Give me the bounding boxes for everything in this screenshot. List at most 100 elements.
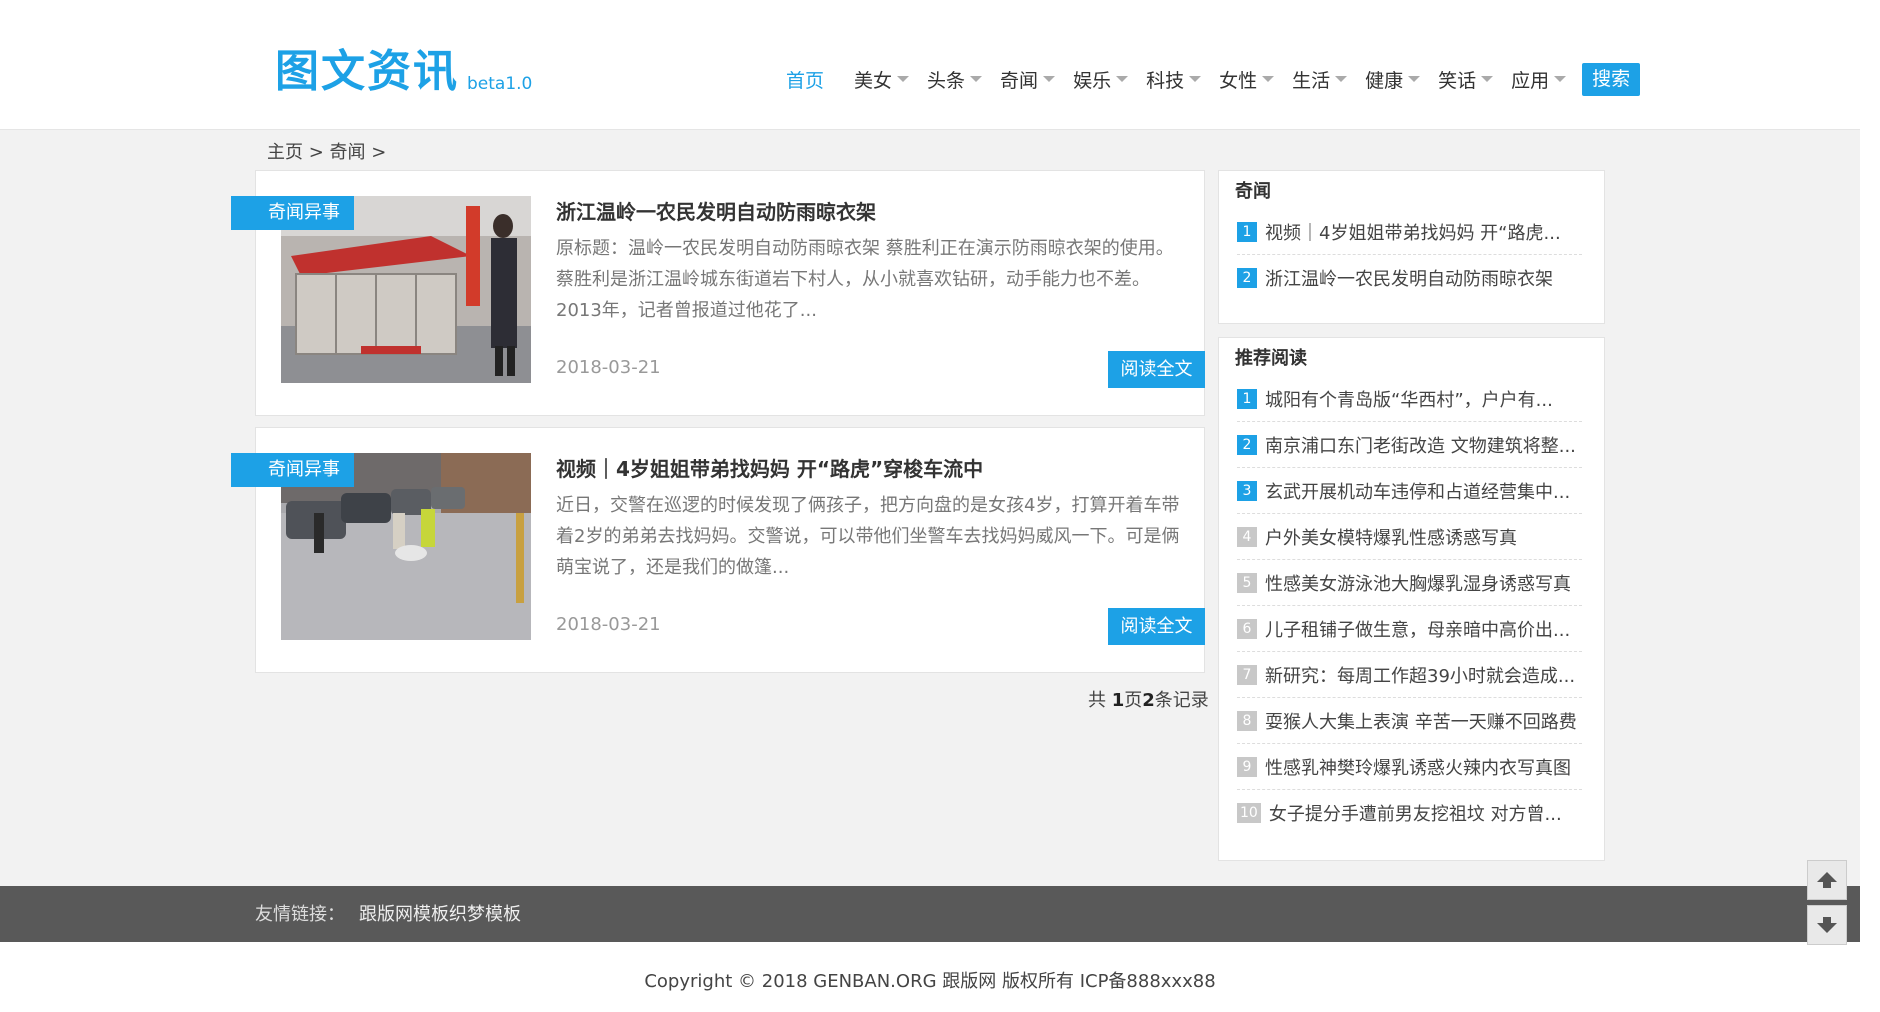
sidebar-item-title: 耍猴人大集上表演 辛苦一天赚不回路费 [1265,711,1577,733]
search-button[interactable]: 搜索 [1582,62,1641,96]
nav-item-label: 健康 [1365,69,1404,92]
friend-links-label: 友情链接： [255,904,345,925]
caret-down-icon [1408,76,1421,82]
sidebar-item-title: 户外美女模特爆乳性感诱惑写真 [1265,527,1517,549]
article-card: 奇闻异事 视频｜4岁姐姐带弟找妈妈 开“路虎”穿梭车流中 近日，交警在巡逻的时候… [231,427,1205,673]
nav-item[interactable]: 生活 [1292,66,1348,93]
nav-item-label: 应用 [1511,69,1550,92]
sidebar-box-title: 推荐阅读 [1235,348,1307,369]
scroll-bottom-button[interactable] [1807,905,1847,945]
article-summary: 近日，交警在巡逻的时候发现了俩孩子，把方向盘的是女孩4岁，打算开着车带着2岁的弟… [556,495,1180,578]
nav-item[interactable]: 科技 [1146,66,1202,93]
nav-item-label: 首页 [786,69,825,92]
article-date: 2018-03-21 [556,614,661,635]
article-title[interactable]: 视频｜4岁姐姐带弟找妈妈 开“路虎”穿梭车流中 [556,453,983,482]
friend-link[interactable]: 织梦模板 [449,904,521,925]
nav-item[interactable]: 奇闻 [1000,66,1056,93]
copyright-text: Copyright © 2018 GENBAN.ORG 跟版网 版权所有 ICP… [644,971,1216,992]
logo-version: beta1.0 [467,74,533,94]
rank-badge: 8 [1237,710,1257,731]
rank-badge: 5 [1237,572,1257,593]
rank-badge: 2 [1237,268,1257,288]
caret-down-icon [1116,76,1129,82]
article-category-tag[interactable]: 奇闻异事 [231,453,354,487]
sidebar-list-item[interactable]: 5 性感美女游泳池大胸爆乳湿身诱惑写真 [1237,560,1582,606]
sidebar-list-item[interactable]: 8 耍猴人大集上表演 辛苦一天赚不回路费 [1237,698,1582,744]
caret-down-icon [1189,76,1202,82]
nav-item[interactable]: 娱乐 [1073,66,1129,93]
logo-text: 图文资讯 [275,46,459,97]
rank-badge: 1 [1237,221,1257,242]
rank-badge: 3 [1237,480,1257,501]
sidebar-list: 1 城阳有个青岛版“华西村”，户户有... 2 南京浦口东门老街改造 文物建筑将整..… [1219,376,1604,836]
read-more-button[interactable]: 阅读全文 [1108,608,1205,645]
pagination-info: 共 1页2条记录 [1088,690,1209,711]
sidebar-list-item[interactable]: 2 浙江温岭一农民发明自动防雨晾衣架 [1237,255,1582,301]
caret-down-icon [1554,76,1567,82]
nav-item[interactable]: 头条 [927,66,983,93]
sidebar-item-title: 视频｜4岁姐姐带弟找妈妈 开“路虎... [1265,222,1561,244]
sidebar-box-recommended: 推荐阅读 1 城阳有个青岛版“华西村”，户户有... 2 南京浦口东门老街改造 文物建… [1218,337,1605,861]
sidebar-list-item[interactable]: 4 户外美女模特爆乳性感诱惑写真 [1237,514,1582,560]
sidebar-item-title: 浙江温岭一农民发明自动防雨晾衣架 [1265,269,1553,290]
site-logo[interactable]: 图文资讯 beta1.0 [275,48,532,96]
nav-item[interactable]: 首页 [786,66,824,93]
sidebar-item-title: 性感乳神樊玲爆乳诱惑火辣内衣写真图 [1265,757,1571,779]
rank-badge: 10 [1237,803,1261,823]
arrow-up-icon [1817,872,1837,888]
caret-down-icon [1481,76,1494,82]
friend-link[interactable]: 跟版网模板 [359,904,449,925]
article-category-tag[interactable]: 奇闻异事 [231,196,354,230]
article-title[interactable]: 浙江温岭一农民发明自动防雨晾衣架 [556,196,876,225]
rank-badge: 9 [1237,756,1257,777]
rank-badge: 2 [1237,434,1257,455]
caret-down-icon [897,76,910,82]
article-date: 2018-03-21 [556,357,661,378]
caret-down-icon [970,76,983,82]
nav-item[interactable]: 健康 [1365,66,1421,93]
sidebar-list: 1 视频｜4岁姐姐带弟找妈妈 开“路虎... 2 浙江温岭一农民发明自动防雨晾衣架 [1219,209,1604,301]
nav-item-label: 女性 [1219,69,1258,92]
friend-links-bar: 友情链接： 跟版网模板织梦模板 [0,886,1860,942]
nav-item-label: 美女 [854,69,893,92]
sidebar-list-item[interactable]: 2 南京浦口东门老街改造 文物建筑将整... [1237,422,1582,468]
sidebar-item-title: 性感美女游泳池大胸爆乳湿身诱惑写真 [1265,573,1571,595]
scroll-top-button[interactable] [1807,860,1847,900]
nav-item-label: 娱乐 [1073,69,1112,92]
main-nav: 首页 美女 头条 奇闻 娱乐 科技 女性 生活 健康 笑话 应用 搜索 [786,62,1641,96]
sidebar-list-item[interactable]: 1 视频｜4岁姐姐带弟找妈妈 开“路虎... [1237,209,1582,255]
sidebar-item-title: 女子提分手遭前男友挖祖坟 对方曾... [1268,804,1562,825]
arrow-down-icon [1817,917,1837,933]
caret-down-icon [1262,76,1275,82]
sidebar-item-title: 南京浦口东门老街改造 文物建筑将整... [1265,435,1576,457]
sidebar-box-title: 奇闻 [1235,181,1271,202]
sidebar-list-item[interactable]: 7 新研究：每周工作超39小时就会造成... [1237,652,1582,698]
breadcrumb[interactable]: 主页 > 奇闻 > [267,138,386,164]
nav-item[interactable]: 笑话 [1438,66,1494,93]
nav-item-label: 笑话 [1438,69,1477,92]
nav-item[interactable]: 应用 [1511,66,1567,93]
footer: Copyright © 2018 GENBAN.ORG 跟版网 版权所有 ICP… [0,942,1860,1012]
article-card: 奇闻异事 浙江温岭一农民发明自动防雨晾衣架 原标题：温岭一农民发明自动防雨晾衣架… [231,170,1205,416]
sidebar-item-title: 儿子租铺子做生意，母亲暗中高价出... [1265,619,1571,641]
site-header: 图文资讯 beta1.0 首页 美女 头条 奇闻 娱乐 科技 女性 生活 健康 笑话 应用 搜索 [0,0,1860,130]
sidebar-box-curiosities: 奇闻 1 视频｜4岁姐姐带弟找妈妈 开“路虎... 2 浙江温岭一农民发明自动防雨晾衣… [1218,170,1605,324]
sidebar-item-title: 玄武开展机动车违停和占道经营集中... [1265,481,1571,503]
sidebar-list-item[interactable]: 10 女子提分手遭前男友挖祖坟 对方曾... [1237,790,1582,836]
article-summary: 原标题：温岭一农民发明自动防雨晾衣架 蔡胜利正在演示防雨晾衣架的使用。蔡胜利是浙… [556,238,1174,321]
rank-badge: 1 [1237,388,1257,409]
sidebar-list-item[interactable]: 9 性感乳神樊玲爆乳诱惑火辣内衣写真图 [1237,744,1582,790]
nav-item-label: 奇闻 [1000,69,1039,92]
rank-badge: 4 [1237,526,1257,547]
nav-item-label: 头条 [927,69,966,92]
page-scrollbar-track[interactable] [1860,0,1880,1012]
nav-item[interactable]: 美女 [854,66,910,93]
rank-badge: 7 [1237,664,1257,685]
sidebar-list-item[interactable]: 1 城阳有个青岛版“华西村”，户户有... [1237,376,1582,422]
sidebar-list-item[interactable]: 3 玄武开展机动车违停和占道经营集中... [1237,468,1582,514]
nav-item-label: 生活 [1292,69,1331,92]
nav-item-label: 科技 [1146,69,1185,92]
nav-item[interactable]: 女性 [1219,66,1275,93]
read-more-button[interactable]: 阅读全文 [1108,351,1205,388]
sidebar-list-item[interactable]: 6 儿子租铺子做生意，母亲暗中高价出... [1237,606,1582,652]
